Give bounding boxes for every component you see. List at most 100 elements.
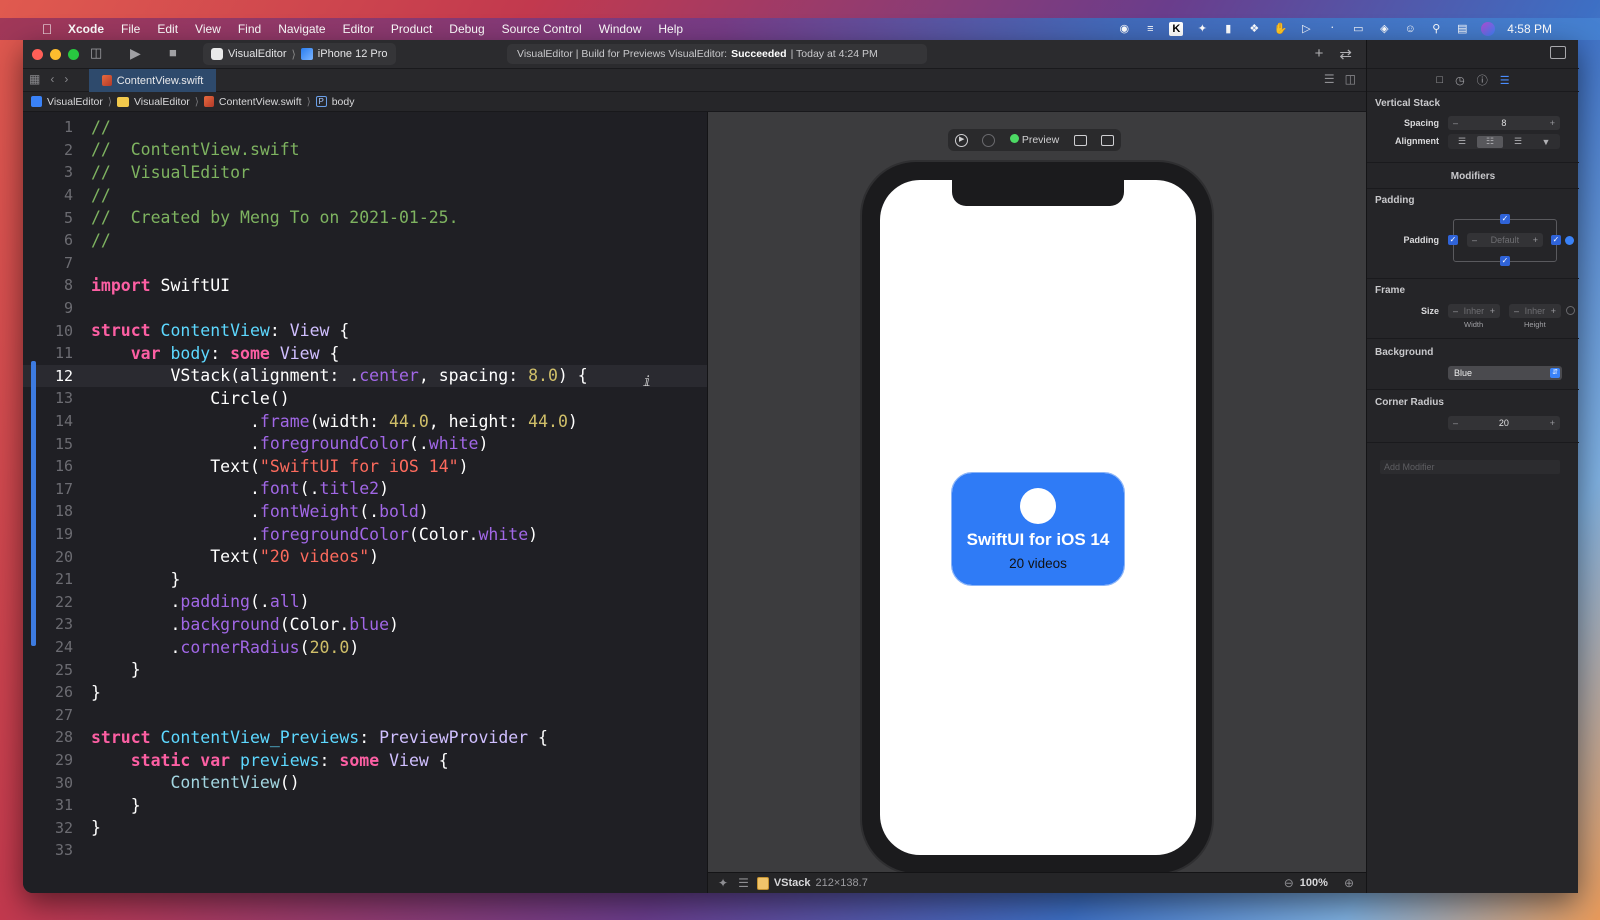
increment-icon[interactable]: + — [1550, 118, 1555, 128]
run-button-icon[interactable]: ▶ — [130, 45, 141, 62]
code-text[interactable]: Text("20 videos") — [73, 547, 379, 566]
zoom-level[interactable]: 100% — [1300, 877, 1328, 889]
add-library-icon[interactable]: + — [1315, 45, 1324, 63]
code-text[interactable]: .font(.title2) — [73, 479, 389, 498]
zoom-window-button[interactable] — [68, 48, 79, 60]
search-icon[interactable]: ⚲ — [1429, 22, 1443, 36]
menu-find[interactable]: Find — [238, 22, 261, 36]
more-options-icon[interactable]: ▼ — [1533, 136, 1559, 148]
code-line[interactable]: 7 — [23, 252, 707, 275]
scheme-selector[interactable]: VisualEditor ⟩ iPhone 12 Pro — [203, 43, 396, 65]
code-text[interactable]: } — [73, 818, 101, 837]
tab-contentview-swift[interactable]: ContentView.swift — [89, 69, 216, 92]
code-text[interactable]: Circle() — [73, 389, 289, 408]
k-app-icon[interactable]: K — [1169, 22, 1184, 36]
inspect-preview-icon[interactable] — [982, 133, 996, 147]
add-editor-icon[interactable]: ◫ — [1345, 72, 1356, 86]
increment-icon[interactable]: + — [1490, 306, 1495, 316]
decrement-icon[interactable]: – — [1514, 306, 1519, 316]
menu-app-name[interactable]: Xcode — [68, 22, 104, 36]
magic-wand-icon[interactable]: ✦ — [1195, 22, 1209, 36]
increment-icon[interactable]: + — [1550, 418, 1555, 428]
align-trailing-icon[interactable]: ☰ — [1505, 136, 1531, 148]
align-leading-icon[interactable]: ☰ — [1449, 136, 1475, 148]
decrement-icon[interactable]: – — [1453, 418, 1458, 428]
code-text[interactable]: // ContentView.swift — [73, 140, 300, 159]
code-line[interactable]: 21 } — [23, 568, 707, 591]
height-stepper[interactable]: – Inher + — [1509, 304, 1561, 318]
code-line[interactable]: 28 struct ContentView_Previews: PreviewPr… — [23, 726, 707, 749]
code-line[interactable]: 17 .font(.title2) — [23, 478, 707, 501]
attributes-inspector-icon[interactable]: ☰ — [1500, 74, 1510, 87]
breadcrumb-symbol[interactable]: body — [332, 96, 355, 108]
inspector-toggle-icon[interactable] — [1550, 46, 1566, 59]
breadcrumb-file[interactable]: ContentView.swift — [219, 96, 302, 108]
code-text[interactable]: } — [73, 570, 180, 589]
quick-help-icon[interactable]: ⓘ — [1477, 72, 1488, 88]
code-line[interactable]: 4// — [23, 184, 707, 207]
code-line[interactable]: 24 .cornerRadius(20.0) — [23, 636, 707, 659]
editor-options-icon[interactable]: ☰ — [1324, 72, 1335, 86]
code-line[interactable]: 9 — [23, 297, 707, 320]
code-text[interactable]: import SwiftUI — [73, 276, 230, 295]
decrement-icon[interactable]: – — [1453, 118, 1458, 128]
code-line[interactable]: 27 — [23, 704, 707, 727]
code-line[interactable]: 33 — [23, 839, 707, 862]
device-preview-icon[interactable] — [1073, 134, 1087, 146]
code-line[interactable]: 10 struct ContentView: View { — [23, 319, 707, 342]
battery-icon[interactable]: ▭ — [1351, 22, 1365, 36]
change-indicator-bar[interactable] — [31, 361, 36, 646]
code-text[interactable]: // VisualEditor — [73, 163, 250, 182]
duplicate-preview-icon[interactable] — [1100, 134, 1114, 146]
zoom-in-icon[interactable]: ⊕ — [1344, 876, 1354, 890]
code-line[interactable]: 20 Text("20 videos") — [23, 545, 707, 568]
code-text[interactable]: struct ContentView: View { — [73, 321, 349, 340]
code-line[interactable]: 30 ContentView() — [23, 771, 707, 794]
padding-leading-checkbox[interactable]: ✓ — [1448, 235, 1458, 245]
padding-trailing-checkbox[interactable]: ✓ — [1551, 235, 1561, 245]
code-line[interactable]: 23 .background(Color.blue) — [23, 613, 707, 636]
code-text[interactable]: .foregroundColor(Color.white) — [73, 525, 538, 544]
code-line[interactable]: 6// — [23, 229, 707, 252]
code-text[interactable]: .foregroundColor(.white) — [73, 434, 488, 453]
user-icon[interactable]: ☺ — [1403, 22, 1417, 36]
bluetooth-icon[interactable]: ᛫ — [1325, 22, 1339, 36]
padding-bottom-checkbox[interactable]: ✓ — [1500, 256, 1510, 266]
code-text[interactable]: } — [73, 660, 141, 679]
code-line[interactable]: 11 var body: some View { — [23, 342, 707, 365]
hand-icon[interactable]: ✋ — [1273, 22, 1287, 36]
code-line[interactable]: 2// ContentView.swift — [23, 139, 707, 162]
code-line[interactable]: 1// — [23, 116, 707, 139]
menu-product[interactable]: Product — [391, 22, 432, 36]
padding-top-checkbox[interactable]: ✓ — [1500, 214, 1510, 224]
breadcrumb-project[interactable]: VisualEditor — [47, 96, 103, 108]
code-line[interactable]: 14 .frame(width: 44.0, height: 44.0) — [23, 410, 707, 433]
code-line[interactable]: 8 import SwiftUI — [23, 274, 707, 297]
minimize-window-button[interactable] — [50, 48, 61, 60]
modifier-inactive-dot[interactable] — [1566, 306, 1575, 315]
code-text[interactable]: .background(Color.blue) — [73, 615, 399, 634]
code-line[interactable]: 5// Created by Meng To on 2021-01-25. — [23, 206, 707, 229]
spacing-stepper[interactable]: – 8 + — [1448, 116, 1560, 130]
decrement-icon[interactable]: – — [1472, 235, 1477, 245]
screen-record-icon[interactable]: ◉ — [1117, 22, 1131, 36]
code-line[interactable]: 32} — [23, 817, 707, 840]
control-center-icon[interactable]: ▤ — [1455, 22, 1469, 36]
pin-icon[interactable]: ✦ — [718, 876, 728, 890]
code-line[interactable]: 22 .padding(.all) — [23, 591, 707, 614]
increment-icon[interactable]: + — [1551, 306, 1556, 316]
file-inspector-icon[interactable]: □ — [1436, 74, 1443, 86]
live-preview-icon[interactable]: ▶ — [955, 133, 969, 147]
apple-menu-icon[interactable]:  — [40, 21, 54, 37]
menu-window[interactable]: Window — [599, 22, 642, 36]
vstack-card[interactable]: SwiftUI for iOS 14 20 videos — [951, 472, 1125, 586]
code-line[interactable]: 15 .foregroundColor(.white) — [23, 432, 707, 455]
code-text[interactable]: ContentView() — [73, 773, 299, 792]
menu-help[interactable]: Help — [658, 22, 683, 36]
code-line[interactable]: 18 .fontWeight(.bold) — [23, 500, 707, 523]
decrement-icon[interactable]: – — [1453, 306, 1458, 316]
background-color-select[interactable]: Blue ⇵ — [1448, 366, 1562, 380]
code-text[interactable]: // — [73, 118, 111, 137]
clock[interactable]: 4:58 PM — [1507, 22, 1552, 36]
code-line[interactable]: 29 static var previews: some View { — [23, 749, 707, 772]
